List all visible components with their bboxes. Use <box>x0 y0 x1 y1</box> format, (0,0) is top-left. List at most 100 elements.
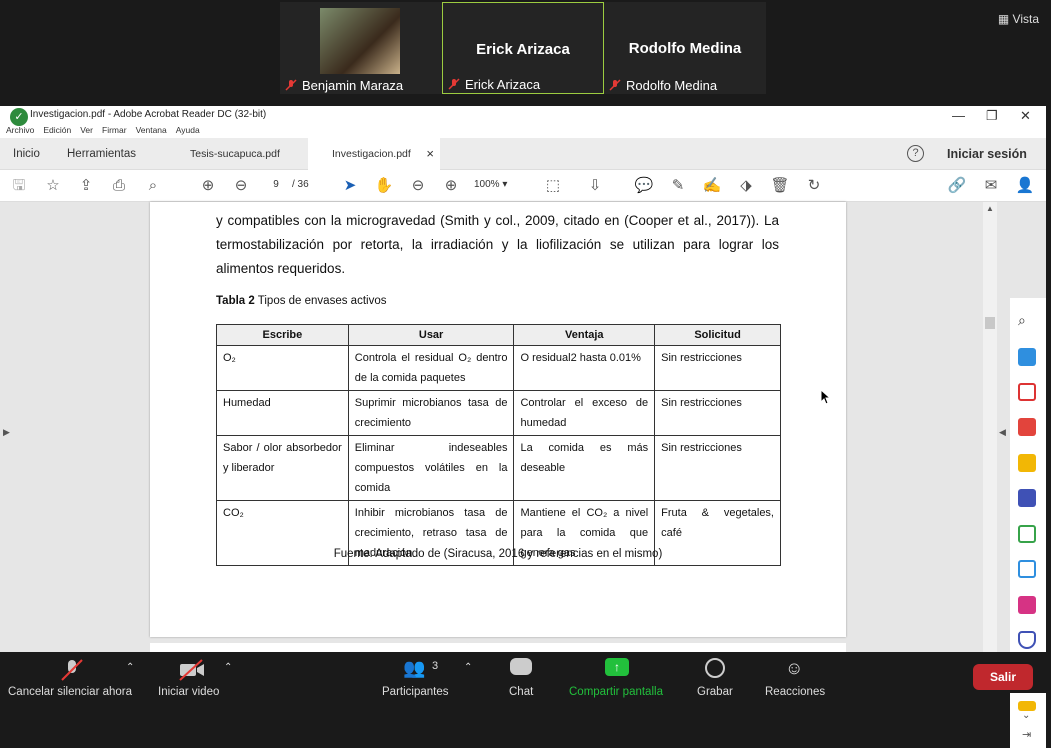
select-cursor-icon[interactable]: ➤ <box>340 176 360 196</box>
draw-icon[interactable]: ✍ <box>702 176 722 196</box>
print-icon[interactable]: ⎙ <box>109 176 129 196</box>
menu-ventana[interactable]: Ventana <box>136 125 167 135</box>
scroll-up-icon[interactable]: ▲ <box>986 204 994 213</box>
table-row: O₂ Controla el residual O₂ dentro de la … <box>216 345 781 391</box>
fit-page-icon[interactable]: ⬚ <box>543 176 563 196</box>
menu-ver[interactable]: Ver <box>80 125 93 135</box>
body-paragraph: y compatibles con la microgravedad (Smit… <box>216 209 779 281</box>
menu-firmar[interactable]: Firmar <box>102 125 127 135</box>
share-screen-icon[interactable]: ↑ <box>605 658 629 676</box>
restore-icon[interactable]: ❐ <box>986 108 998 124</box>
scroll-thumb[interactable] <box>985 317 995 329</box>
mic-muted-icon[interactable] <box>60 658 84 682</box>
rotate-icon[interactable]: ↻ <box>804 176 824 196</box>
table-row: Sabor / olor absorbedor y liberador Elim… <box>216 435 781 501</box>
document-area[interactable]: ▶ y compatibles con la microgravedad (Sm… <box>0 202 1046 748</box>
arrow-right-icon[interactable]: ⇥ <box>1022 728 1031 741</box>
help-icon[interactable]: ? <box>907 145 924 162</box>
export-pdf-icon[interactable] <box>1018 418 1036 436</box>
vertical-scrollbar[interactable]: ▲ <box>983 202 997 652</box>
comment-tool-icon[interactable] <box>1018 454 1036 472</box>
combine-files-icon[interactable] <box>1018 489 1036 507</box>
tab-herramientas[interactable]: Herramientas <box>67 138 136 170</box>
table-cell: Controlar el exceso de humedad <box>513 390 656 436</box>
view-button[interactable]: ▦ Vista <box>998 12 1039 26</box>
window-title: Investigacion.pdf - Adobe Acrobat Reader… <box>30 109 267 120</box>
mouse-cursor <box>821 390 831 405</box>
reactions-emoji-icon[interactable]: ☺ <box>785 658 803 679</box>
para-line: termostabilización por retorta, la irrad… <box>216 237 779 252</box>
table-caption-number: Tabla 2 <box>216 295 255 307</box>
left-panel-toggle-icon[interactable]: ▶ <box>3 427 10 438</box>
mute-button[interactable]: Cancelar silenciar ahora <box>8 686 132 698</box>
participant-tile[interactable]: Rodolfo Medina Rodolfo Medina <box>604 2 766 94</box>
page-total: / 36 <box>292 179 309 190</box>
create-pdf-icon[interactable] <box>1018 348 1036 366</box>
sign-in-button[interactable]: Iniciar sesión <box>947 138 1027 170</box>
reactions-button[interactable]: Reacciones <box>765 686 825 698</box>
menu-ayuda[interactable]: Ayuda <box>176 125 200 135</box>
tab-tesis-sucapuca[interactable]: Tesis-sucapuca.pdf <box>190 138 280 170</box>
save-icon[interactable]: 🖫 <box>9 176 29 196</box>
table-header-row: Escribe Usar Ventaja Solicitud <box>216 324 781 346</box>
participants-button[interactable]: Participantes <box>382 686 448 698</box>
record-button[interactable]: Grabar <box>697 686 733 698</box>
scroll-mode-icon[interactable]: ⇩ <box>585 176 605 196</box>
chat-icon[interactable] <box>510 658 532 675</box>
zoom-tool-icon[interactable]: ⌕ <box>1018 312 1036 330</box>
hand-tool-icon[interactable]: ✋ <box>374 176 394 196</box>
table-cell: La comida es más deseable <box>513 435 656 501</box>
pdf-page: y compatibles con la microgravedad (Smit… <box>150 202 846 637</box>
table-caption: Tabla 2 Tipos de envases activos <box>216 295 386 307</box>
page-down-icon[interactable]: ⊖ <box>231 176 251 196</box>
tab-inicio[interactable]: Inicio <box>13 138 40 170</box>
page-up-icon[interactable]: ⊕ <box>198 176 218 196</box>
delete-icon[interactable]: 🗑 <box>770 176 790 196</box>
audio-options-chevron-icon[interactable]: ⌃ <box>126 662 134 673</box>
table-cell: Controla el residual O₂ dentro de la com… <box>347 345 515 391</box>
zoom-out-icon[interactable]: ⊖ <box>408 176 428 196</box>
chevron-down-icon[interactable]: ⌄ <box>1022 710 1030 721</box>
menu-edicion[interactable]: Edición <box>43 125 71 135</box>
organize-pages-icon[interactable] <box>1018 383 1036 401</box>
highlight-icon[interactable]: ✎ <box>668 176 688 196</box>
upload-icon[interactable]: ⇪ <box>76 176 96 196</box>
tab-investigacion[interactable]: Investigacion.pdf × <box>308 138 440 170</box>
edit-pdf-icon[interactable] <box>1018 560 1036 578</box>
email-icon[interactable]: ✉ <box>981 176 1001 196</box>
zoom-search-icon[interactable]: ⌕ <box>143 176 163 196</box>
bookmark-star-icon[interactable]: ☆ <box>43 176 63 196</box>
zoom-in-icon[interactable]: ⊕ <box>441 176 461 196</box>
participant-tile[interactable]: Benjamin Maraza <box>280 2 442 94</box>
leave-button[interactable]: Salir <box>973 664 1033 690</box>
acrobat-window: ✓ Investigacion.pdf - Adobe Acrobat Read… <box>0 106 1046 748</box>
table-cell: Sin restricciones <box>654 435 781 501</box>
fill-sign-icon[interactable] <box>1018 596 1036 614</box>
share-link-icon[interactable]: 🔗 <box>947 176 967 196</box>
mic-muted-icon <box>285 79 297 91</box>
participant-tile[interactable]: Erick Arizaca Erick Arizaca <box>442 2 604 94</box>
participant-video <box>320 8 400 74</box>
table-row: Humedad Suprimir microbianos tasa de cre… <box>216 390 781 436</box>
menu-archivo[interactable]: Archivo <box>6 125 34 135</box>
comment-icon[interactable]: 💬 <box>634 176 654 196</box>
tab-close-icon[interactable]: × <box>426 138 434 170</box>
protect-shield-icon[interactable] <box>1018 631 1036 649</box>
compress-icon[interactable] <box>1018 525 1036 543</box>
zoom-level-select[interactable]: 100% ▾ <box>474 179 526 190</box>
video-options-chevron-icon[interactable]: ⌃ <box>224 662 232 673</box>
start-video-button[interactable]: Iniciar video <box>158 686 219 698</box>
minimize-icon[interactable]: — <box>952 108 965 123</box>
participants-icon[interactable]: 👥 <box>403 658 425 679</box>
right-panel-toggle-icon[interactable]: ◀ <box>999 427 1006 438</box>
participants-options-chevron-icon[interactable]: ⌃ <box>464 662 472 673</box>
page-number-input[interactable]: 9 <box>265 179 287 190</box>
stamp-icon[interactable]: ⬗ <box>736 176 756 196</box>
record-icon[interactable] <box>705 658 725 678</box>
close-icon[interactable]: ✕ <box>1020 108 1031 124</box>
video-off-icon[interactable] <box>178 658 206 682</box>
share-screen-button[interactable]: Compartir pantalla <box>569 686 663 698</box>
chat-button[interactable]: Chat <box>509 686 533 698</box>
add-user-icon[interactable]: 👤 <box>1015 176 1035 196</box>
security-shield-icon: ✓ <box>10 108 28 126</box>
